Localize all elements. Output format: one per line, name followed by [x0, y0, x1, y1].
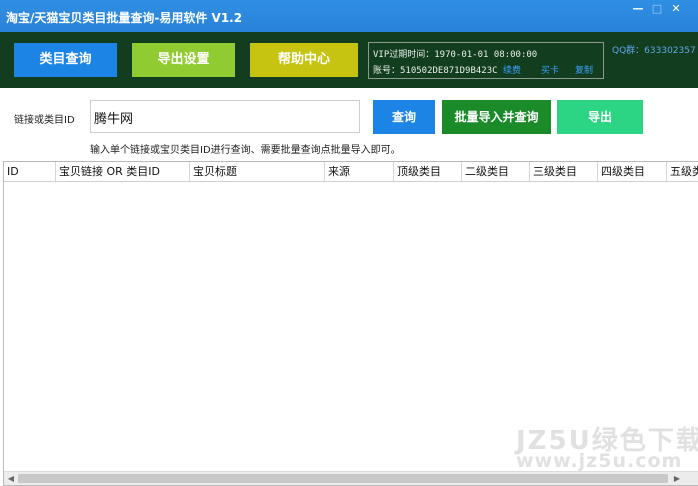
scroll-left-icon[interactable]: ◀: [4, 472, 18, 485]
hint-text: 输入单个链接或宝贝类目ID进行查询、需要批量查询点批量导入即可。: [90, 145, 401, 156]
column-header-title[interactable]: 宝贝标题: [190, 162, 325, 182]
column-header-link[interactable]: 宝贝链接 OR 类目ID: [56, 162, 190, 182]
account-id-text: 账号：510502DE871D9B423C: [373, 66, 498, 76]
column-header-level3-category[interactable]: 三级类目: [530, 162, 598, 182]
link-or-category-input[interactable]: 腾牛网: [90, 100, 360, 133]
buy-card-link[interactable]: 买卡: [541, 63, 559, 76]
help-center-button[interactable]: 帮助中心: [250, 43, 358, 77]
renew-link[interactable]: 续费: [503, 63, 521, 76]
watermark-line2: www.jz5u.com: [516, 450, 683, 472]
title-bar: 淘宝/天猫宝贝类目批量查询-易用软件 V1.2 — □ ✕: [0, 0, 698, 32]
maximize-button: □: [651, 2, 663, 15]
table-header: ID 宝贝链接 OR 类目ID 宝贝标题 来源 顶级类目 二级类目 三级类目 四…: [4, 162, 698, 182]
vip-expiry-text: VIP过期时间：1970-01-01 08:00:00: [373, 50, 538, 60]
window-title: 淘宝/天猫宝贝类目批量查询-易用软件 V1.2: [6, 11, 243, 25]
export-settings-button[interactable]: 导出设置: [132, 43, 235, 77]
minimize-button[interactable]: —: [629, 2, 647, 16]
category-query-button[interactable]: 类目查询: [14, 43, 117, 77]
column-header-level5-category[interactable]: 五级类: [667, 162, 698, 182]
site-watermark: JZ5U绿色下载 www.jz5u.com: [516, 420, 698, 476]
column-header-source[interactable]: 来源: [325, 162, 394, 182]
qq-group-text: QQ群：633302357: [612, 46, 696, 56]
batch-import-button[interactable]: 批量导入并查询: [442, 100, 551, 134]
column-header-level2-category[interactable]: 二级类目: [462, 162, 530, 182]
close-button[interactable]: ✕: [667, 2, 685, 16]
copy-link[interactable]: 复制: [575, 63, 593, 76]
link-or-category-label: 链接或类目ID: [14, 115, 75, 126]
column-header-top-category[interactable]: 顶级类目: [394, 162, 462, 182]
export-button[interactable]: 导出: [557, 100, 643, 134]
top-nav-bar: 类目查询 导出设置 帮助中心 VIP过期时间：1970-01-01 08:00:…: [0, 32, 698, 88]
account-info-box: VIP过期时间：1970-01-01 08:00:00 账号：510502DE8…: [368, 42, 604, 79]
column-header-level4-category[interactable]: 四级类目: [598, 162, 667, 182]
column-header-id[interactable]: ID: [4, 162, 56, 182]
search-button[interactable]: 查询: [373, 100, 435, 134]
